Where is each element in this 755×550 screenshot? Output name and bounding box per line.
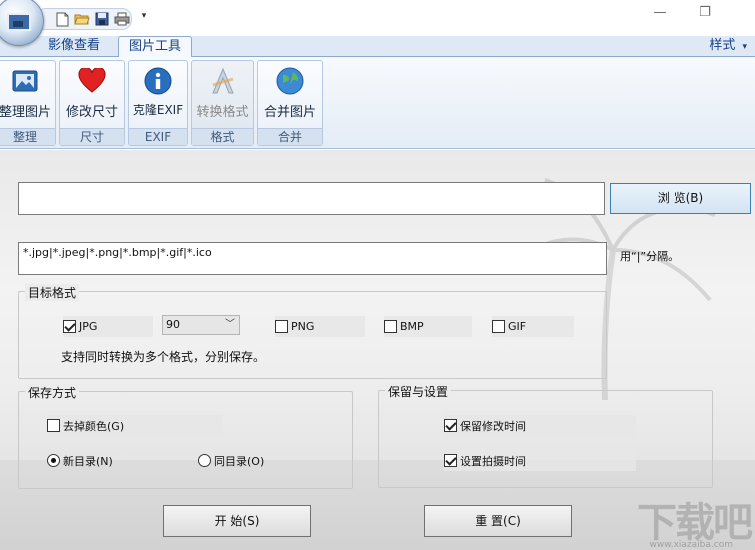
print-icon[interactable] [113, 10, 131, 28]
convert-format-label: 转换格式 [196, 105, 249, 120]
new-directory-radio[interactable]: 新目录(N) [47, 450, 177, 471]
keep-modified-time-label: 保留修改时间 [460, 419, 526, 433]
png-check-icon [275, 320, 288, 333]
globe-icon [276, 67, 304, 95]
ribbon-group-exif: 克隆EXIF EXIF [128, 60, 188, 146]
group-caption-format: 格式 [192, 128, 253, 145]
save-mode-group: 保存方式 [18, 384, 353, 489]
convert-icon [209, 67, 237, 95]
save-mode-legend: 保存方式 [25, 384, 80, 401]
jpg-label: JPG [79, 320, 98, 333]
clone-exif-label: 克隆EXIF [132, 103, 184, 117]
chevron-down-icon: ﹀ [225, 319, 235, 330]
preserve-settings-legend: 保留与设置 [385, 383, 452, 400]
tab-image-viewer[interactable]: 影像查看 [38, 36, 110, 57]
source-path-input[interactable] [18, 182, 605, 215]
jpg-quality-value: 90 [166, 318, 180, 331]
png-checkbox[interactable]: PNG [275, 316, 365, 337]
heart-icon [78, 67, 106, 95]
open-folder-icon[interactable] [73, 10, 91, 28]
start-button[interactable]: 开 始(S) [163, 505, 311, 537]
bmp-check-icon [384, 320, 397, 333]
preserve-settings-group: 保留与设置 [378, 383, 713, 488]
tab-image-tools[interactable]: 图片工具 [118, 36, 193, 58]
keep-modified-time-check-icon [444, 419, 457, 432]
app-logo-icon [7, 13, 31, 31]
style-menu[interactable]: 样式 ▾ [709, 36, 747, 57]
chevron-down-icon: ▾ [742, 42, 747, 52]
jpg-quality-select[interactable]: 90 ﹀ [162, 315, 240, 335]
info-icon [144, 67, 172, 95]
ribbon-tabs: 影像查看 图片工具 样式 ▾ [0, 36, 755, 58]
same-directory-label: 同目录(O) [214, 454, 265, 468]
ribbon-group-merge: 合并图片 合并 [257, 60, 323, 146]
gif-check-icon [492, 320, 505, 333]
save-icon[interactable] [93, 10, 111, 28]
organize-images-button[interactable]: 整理图片 [0, 61, 55, 129]
ribbon-group-organize: 整理图片 整理 [0, 60, 56, 146]
extensions-hint: 用“|”分隔。 [620, 250, 680, 263]
gif-label: GIF [508, 320, 527, 333]
group-caption-exif: EXIF [129, 128, 187, 145]
new-file-icon[interactable] [53, 10, 71, 28]
watermark-url: www.xiazaiba.com [649, 540, 733, 550]
style-menu-label: 样式 [709, 38, 736, 53]
ribbon-group-format: 转换格式 格式 [191, 60, 254, 146]
merge-images-button[interactable]: 合并图片 [258, 61, 322, 129]
set-taken-time-checkbox[interactable]: 设置拍摄时间 [444, 450, 636, 471]
minimize-button[interactable]: — [645, 4, 675, 22]
bmp-label: BMP [400, 320, 424, 333]
qat-customize-dropdown-icon[interactable]: ▾ [138, 11, 150, 23]
same-directory-radio-icon [198, 454, 211, 467]
keep-modified-time-checkbox[interactable]: 保留修改时间 [444, 415, 636, 436]
reset-button[interactable]: 重 置(C) [424, 505, 572, 537]
remove-color-check-icon [47, 419, 60, 432]
convert-format-button[interactable]: 转换格式 [192, 61, 253, 129]
resize-label: 修改尺寸 [65, 105, 118, 120]
jpg-check-icon [63, 320, 76, 333]
target-format-legend: 目标格式 [25, 284, 80, 301]
jpg-checkbox[interactable]: JPG [63, 316, 153, 337]
set-taken-time-label: 设置拍摄时间 [460, 454, 526, 468]
bmp-checkbox[interactable]: BMP [384, 316, 472, 337]
gif-checkbox[interactable]: GIF [492, 316, 574, 337]
extensions-input[interactable]: *.jpg|*.jpeg|*.png|*.bmp|*.gif|*.ico [18, 242, 607, 275]
ribbon: 整理图片 整理 修改尺寸 尺寸 克隆EXIF EXIF 转换格式 格式 合并图片… [0, 57, 755, 149]
format-note: 支持同时转换为多个格式，分别保存。 [61, 350, 266, 364]
remove-color-checkbox[interactable]: 去掉颜色(G) [47, 415, 222, 436]
browse-button[interactable]: 浏 览(B) [610, 183, 751, 214]
quick-access-toolbar [36, 8, 132, 30]
ribbon-group-size: 修改尺寸 尺寸 [59, 60, 125, 146]
png-label: PNG [291, 320, 315, 333]
group-caption-merge: 合并 [258, 128, 322, 145]
main-panel: 浏 览(B) *.jpg|*.jpeg|*.png|*.bmp|*.gif|*.… [0, 150, 755, 550]
restore-button[interactable]: ❐ [690, 4, 720, 22]
picture-icon [11, 67, 39, 95]
title-bar: ▾ — ❐ [0, 0, 755, 36]
group-caption-organize: 整理 [0, 128, 55, 145]
organize-images-label: 整理图片 [0, 105, 51, 120]
same-directory-radio[interactable]: 同目录(O) [198, 450, 338, 471]
clone-exif-button[interactable]: 克隆EXIF [129, 61, 187, 129]
group-caption-size: 尺寸 [60, 128, 124, 145]
resize-button[interactable]: 修改尺寸 [60, 61, 124, 129]
new-directory-radio-icon [47, 454, 60, 467]
remove-color-label: 去掉颜色(G) [63, 419, 125, 433]
merge-images-label: 合并图片 [263, 105, 316, 120]
set-taken-time-check-icon [444, 454, 457, 467]
new-directory-label: 新目录(N) [63, 454, 113, 468]
